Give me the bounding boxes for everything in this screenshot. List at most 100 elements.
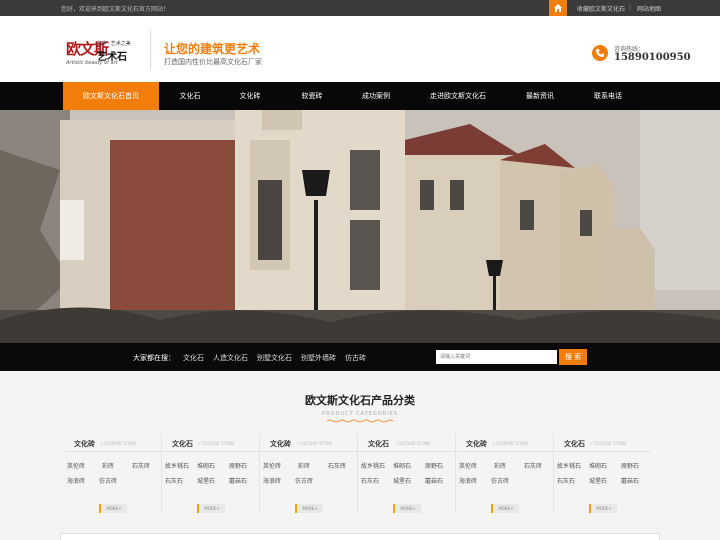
site-logo[interactable]: 欧文斯 自然 · 艺术之美 艺术石 Artistic beauty of art xyxy=(66,38,146,68)
category-link[interactable]: 故乡桃石 xyxy=(361,461,385,470)
nav-item-soft-tile[interactable]: 软瓷砖 xyxy=(290,82,334,110)
more-button[interactable]: MORE+ xyxy=(491,504,519,513)
category-link[interactable]: 原野石 xyxy=(621,461,639,470)
category-link[interactable]: 原野石 xyxy=(425,461,443,470)
category-column: 文化砖 / CULTURE STONE 英伦砖 彩砖 石灰砖 海浪砖 仿古砖 M… xyxy=(261,434,358,532)
category-link[interactable]: 石灰砖 xyxy=(132,461,150,470)
search-bar: 大家都在搜： 文化石 人造文化石 别墅文化石 别墅外墙砖 仿古砖 搜 索 xyxy=(0,343,720,371)
category-heading-en: / CULTURE STONE xyxy=(395,441,431,446)
column-divider xyxy=(163,451,259,452)
category-heading[interactable]: 文化石 xyxy=(172,439,193,449)
hero-banner-image xyxy=(0,110,720,343)
main-nav: 欧文斯文化石首页 文化石 文化砖 软瓷砖 成功案例 走进欧文斯文化石 最新资讯 … xyxy=(0,82,720,110)
category-link[interactable]: 海浪砖 xyxy=(67,476,85,485)
sitemap-link[interactable]: 网站地图 xyxy=(637,4,661,13)
category-link[interactable]: 蘑菇石 xyxy=(621,476,639,485)
more-button[interactable]: MORE+ xyxy=(197,504,225,513)
wave-divider xyxy=(327,419,393,423)
header-slogan: 让您的建筑更艺术 xyxy=(164,42,261,56)
category-heading[interactable]: 文化砖 xyxy=(270,439,291,449)
hot-keyword-link[interactable]: 仿古砖 xyxy=(345,353,366,363)
category-link[interactable]: 石灰石 xyxy=(557,476,575,485)
nav-item-culture-stone[interactable]: 文化石 xyxy=(168,82,212,110)
section-subtitle: PRODUCT CATEGORIES xyxy=(322,411,398,417)
category-link[interactable]: 堆砌石 xyxy=(393,461,411,470)
column-divider xyxy=(65,451,161,452)
category-link[interactable]: 堆砌石 xyxy=(197,461,215,470)
category-link[interactable]: 海浪砖 xyxy=(459,476,477,485)
category-link[interactable]: 石灰砖 xyxy=(328,461,346,470)
category-link[interactable]: 彩砖 xyxy=(494,461,506,470)
category-heading-en: / CULTURE STONE xyxy=(297,441,333,446)
hot-keyword-link[interactable]: 别墅外墙砖 xyxy=(301,353,336,363)
column-separator xyxy=(161,434,162,514)
next-section-edge xyxy=(60,533,660,540)
category-link[interactable]: 仿古砖 xyxy=(491,476,509,485)
category-column: 文化石 / CULTURE STONE 故乡桃石 堆砌石 原野石 石灰石 城堡石… xyxy=(555,434,651,532)
category-link[interactable]: 海浪砖 xyxy=(263,476,281,485)
category-link[interactable]: 城堡石 xyxy=(197,476,215,485)
topbar-separator: | xyxy=(629,4,632,11)
category-link[interactable]: 英伦砖 xyxy=(67,461,85,470)
category-link[interactable]: 城堡石 xyxy=(589,476,607,485)
more-button[interactable]: MORE+ xyxy=(393,504,421,513)
home-button[interactable] xyxy=(549,0,567,16)
category-link[interactable]: 彩砖 xyxy=(298,461,310,470)
category-column: 文化砖 / CULTURE STONE 英伦砖 彩砖 石灰砖 海浪砖 仿古砖 M… xyxy=(457,434,554,532)
more-button[interactable]: MORE+ xyxy=(589,504,617,513)
category-link[interactable]: 彩砖 xyxy=(102,461,114,470)
category-link[interactable]: 故乡桃石 xyxy=(557,461,581,470)
header: 欧文斯 自然 · 艺术之美 艺术石 Artistic beauty of art… xyxy=(0,16,720,82)
category-link[interactable]: 仿古砖 xyxy=(295,476,313,485)
section-title: 欧文斯文化石产品分类 xyxy=(305,394,415,407)
category-link[interactable]: 石灰砖 xyxy=(524,461,542,470)
category-link[interactable]: 堆砌石 xyxy=(589,461,607,470)
column-separator xyxy=(455,434,456,514)
column-divider xyxy=(555,451,651,452)
category-link[interactable]: 蘑菇石 xyxy=(229,476,247,485)
more-button[interactable]: MORE+ xyxy=(295,504,323,513)
hot-keyword-link[interactable]: 人造文化石 xyxy=(213,353,248,363)
category-column: 文化石 / CULTURE STONE 故乡桃石 堆砌石 原野石 石灰石 城堡石… xyxy=(163,434,260,532)
category-heading[interactable]: 文化石 xyxy=(368,439,389,449)
category-heading[interactable]: 文化砖 xyxy=(74,439,95,449)
category-column: 文化石 / CULTURE STONE 故乡桃石 堆砌石 原野石 石灰石 城堡石… xyxy=(359,434,456,532)
category-link[interactable]: 城堡石 xyxy=(393,476,411,485)
column-separator xyxy=(553,434,554,514)
home-icon xyxy=(554,4,562,12)
category-link[interactable]: 石灰石 xyxy=(361,476,379,485)
hot-search-label: 大家都在搜： xyxy=(133,354,175,362)
category-heading[interactable]: 文化砖 xyxy=(466,439,487,449)
logo-english-text: Artistic beauty of art xyxy=(66,60,118,66)
header-subslogan: 打造国内性价比最高文化石厂家 xyxy=(164,58,262,66)
category-link[interactable]: 故乡桃石 xyxy=(165,461,189,470)
logo-tagline: 自然 · 艺术之美 xyxy=(96,41,131,47)
category-heading-en: / CULTURE STONE xyxy=(493,441,529,446)
column-separator xyxy=(259,434,260,514)
category-link[interactable]: 英伦砖 xyxy=(263,461,281,470)
hotline-number: 15890100950 xyxy=(614,52,691,63)
more-button[interactable]: MORE+ xyxy=(99,504,127,513)
add-favorite-link[interactable]: 收藏欧文斯文化石 xyxy=(577,4,625,13)
hot-keyword-link[interactable]: 文化石 xyxy=(183,353,204,363)
nav-item-news[interactable]: 最新资讯 xyxy=(516,82,564,110)
welcome-text: 您好，欢迎来到欧文斯文化石官方网站！ xyxy=(61,6,170,13)
column-separator xyxy=(357,434,358,514)
search-input[interactable] xyxy=(436,350,557,364)
nav-item-contact[interactable]: 联系电话 xyxy=(584,82,632,110)
hot-keyword-link[interactable]: 别墅文化石 xyxy=(257,353,292,363)
nav-item-home[interactable]: 欧文斯文化石首页 xyxy=(63,82,159,110)
category-heading[interactable]: 文化石 xyxy=(564,439,585,449)
top-bar: 您好，欢迎来到欧文斯文化石官方网站！ 收藏欧文斯文化石 | 网站地图 xyxy=(0,0,720,16)
category-link[interactable]: 石灰石 xyxy=(165,476,183,485)
product-categories-section: 欧文斯文化石产品分类 PRODUCT CATEGORIES 文化砖 / CULT… xyxy=(0,371,720,540)
category-link[interactable]: 原野石 xyxy=(229,461,247,470)
nav-item-cases[interactable]: 成功案例 xyxy=(352,82,400,110)
category-link[interactable]: 英伦砖 xyxy=(459,461,477,470)
nav-item-about[interactable]: 走进欧文斯文化石 xyxy=(424,82,492,110)
category-link[interactable]: 仿古砖 xyxy=(99,476,117,485)
search-button[interactable]: 搜 索 xyxy=(559,349,587,365)
nav-item-culture-brick[interactable]: 文化砖 xyxy=(228,82,272,110)
category-link[interactable]: 蘑菇石 xyxy=(425,476,443,485)
column-divider xyxy=(457,451,553,452)
